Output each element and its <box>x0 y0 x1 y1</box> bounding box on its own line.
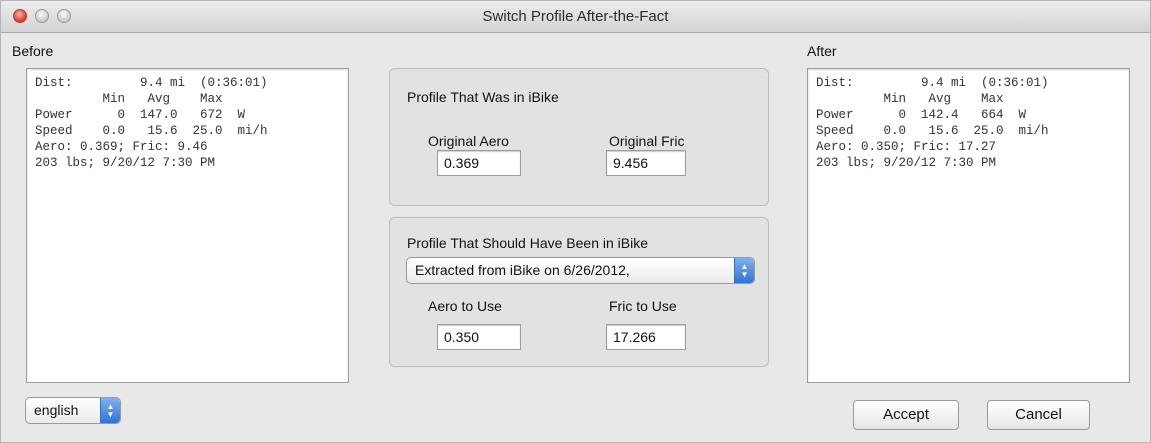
before-dist-line: Dist: 9.4 mi (0:36:01) <box>35 76 268 90</box>
original-aero-label: Original Aero <box>428 133 509 149</box>
switch-profile-window: Switch Profile After-the-Fact Before Dis… <box>0 0 1151 443</box>
fric-to-use-field[interactable]: 17.266 <box>606 324 686 350</box>
before-stats-box: Dist: 9.4 mi (0:36:01) Min Avg Max Power… <box>26 68 349 383</box>
popup-arrows-icon: ▲ ▼ <box>734 258 754 283</box>
before-speed-line: Speed 0.0 15.6 25.0 mi/h <box>35 124 268 138</box>
aero-to-use-label: Aero to Use <box>428 298 502 314</box>
after-weight-date-line: 203 lbs; 9/20/12 7:30 PM <box>816 156 997 170</box>
cancel-button[interactable]: Cancel <box>987 400 1090 430</box>
language-popup[interactable]: english ▲ ▼ <box>25 397 121 424</box>
original-profile-title: Profile That Was in iBike <box>407 89 559 105</box>
before-label: Before <box>12 43 54 59</box>
original-fric-label: Original Fric <box>609 133 685 149</box>
original-fric-field[interactable]: 9.456 <box>606 150 686 176</box>
fric-to-use-label: Fric to Use <box>609 298 677 314</box>
original-profile-group: Profile That Was in iBike Original Aero … <box>389 68 769 206</box>
new-profile-group: Profile That Should Have Been in iBike E… <box>389 217 769 367</box>
new-profile-title: Profile That Should Have Been in iBike <box>407 235 648 251</box>
title-bar: Switch Profile After-the-Fact <box>1 1 1150 33</box>
accept-button[interactable]: Accept <box>853 400 959 430</box>
after-stats-box: Dist: 9.4 mi (0:36:01) Min Avg Max Power… <box>807 68 1130 383</box>
language-value: english <box>34 402 79 418</box>
profile-select-popup[interactable]: Extracted from iBike on 6/26/2012, ▲ ▼ <box>406 257 755 284</box>
after-dist-line: Dist: 9.4 mi (0:36:01) <box>816 76 1049 90</box>
after-power-line: Power 0 142.4 664 W <box>816 108 1027 122</box>
before-weight-date-line: 203 lbs; 9/20/12 7:30 PM <box>35 156 216 170</box>
profile-select-value: Extracted from iBike on 6/26/2012, <box>415 262 630 278</box>
after-header-line: Min Avg Max <box>816 92 1004 106</box>
before-power-line: Power 0 147.0 672 W <box>35 108 246 122</box>
after-label: After <box>807 43 837 59</box>
after-speed-line: Speed 0.0 15.6 25.0 mi/h <box>816 124 1049 138</box>
aero-to-use-field[interactable]: 0.350 <box>437 324 521 350</box>
language-arrows-icon: ▲ ▼ <box>100 398 120 423</box>
window-title: Switch Profile After-the-Fact <box>482 8 669 25</box>
after-aero-fric-line: Aero: 0.350; Fric: 17.27 <box>816 140 997 154</box>
before-header-line: Min Avg Max <box>35 92 223 106</box>
original-aero-field[interactable]: 0.369 <box>437 150 521 176</box>
before-aero-fric-line: Aero: 0.369; Fric: 9.46 <box>35 140 208 154</box>
